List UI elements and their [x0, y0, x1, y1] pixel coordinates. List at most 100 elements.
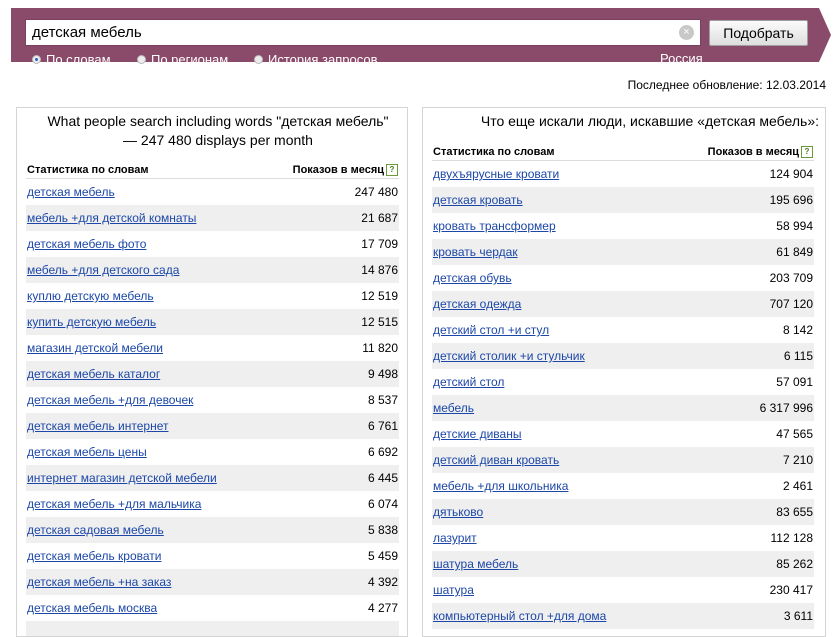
- count-cell: 6 074: [367, 497, 398, 511]
- query-cell: шатура: [432, 577, 669, 603]
- count-cell: 11 820: [362, 341, 398, 355]
- query-link[interactable]: мебель +для детской комнаты: [27, 211, 196, 225]
- query-cell: компьютерный стол +для дома: [432, 603, 669, 629]
- table-row: лазурит 112 128: [432, 525, 814, 551]
- query-link[interactable]: кровать трансформер: [433, 219, 556, 233]
- query-cell: мебель +для детской комнаты: [26, 205, 266, 231]
- query-link[interactable]: детская мебель +для мальчика: [27, 497, 201, 511]
- query-link[interactable]: детский диван кровать: [433, 453, 559, 467]
- search-box: ×: [25, 19, 701, 46]
- query-cell: детская мебель +на заказ: [26, 569, 266, 595]
- table-row: мебель +для детского сада 14 876: [26, 257, 399, 283]
- col-count-label: Показов в месяц: [707, 145, 799, 158]
- count-cell: 6 761: [265, 413, 399, 439]
- query-link[interactable]: детские диваны: [433, 427, 521, 441]
- right-panel: Что еще искали люди, искавшие «детская м…: [422, 107, 826, 637]
- count-cell: 4 277: [367, 601, 398, 615]
- table-row: детская одежда 707 120: [432, 291, 814, 317]
- query-cell: кровать чердак: [432, 239, 669, 265]
- mode-by-regions-radio[interactable]: По регионам: [137, 52, 228, 67]
- table-row: мебель +для детской комнаты 21 687: [26, 205, 399, 231]
- query-link[interactable]: детская одежда: [433, 297, 521, 311]
- table-row: детская мебель +для девочек 8 537: [26, 387, 399, 413]
- query-link[interactable]: детская обувь: [433, 271, 512, 285]
- query-cell: шатура мебель: [432, 551, 669, 577]
- col-count-header: Показов в месяц?: [265, 152, 399, 179]
- mode-history-radio[interactable]: История запросов: [254, 52, 378, 67]
- query-link[interactable]: кровать чердак: [433, 245, 518, 259]
- table-row: детская садовая мебель 5 838: [26, 517, 399, 543]
- query-link[interactable]: детский стол +и стул: [433, 323, 549, 337]
- col-words-header: Статистика по словам: [26, 152, 266, 179]
- query-link[interactable]: детская садовая мебель: [27, 523, 164, 537]
- table-row: детская мебель москва 4 277: [26, 595, 399, 621]
- count-cell: 4 392: [265, 569, 399, 595]
- table-row: шатура мебель 85 262: [432, 551, 814, 577]
- radio-icon: [254, 55, 263, 64]
- query-link[interactable]: мебель +для школьника: [433, 479, 568, 493]
- help-icon[interactable]: ?: [801, 146, 813, 159]
- table-row: детский стол +и стул 8 142: [432, 317, 814, 343]
- table-row: детская мебель фото 17 709: [26, 231, 399, 257]
- search-input[interactable]: [26, 20, 678, 45]
- query-cell: детский диван кровать: [432, 447, 669, 473]
- query-link[interactable]: лазурит: [433, 531, 477, 545]
- count-cell: 6 115: [668, 343, 814, 369]
- query-link[interactable]: детская мебель кровати: [27, 549, 162, 563]
- query-link[interactable]: шатура мебель: [433, 557, 518, 571]
- query-link[interactable]: детская мебель каталог: [27, 367, 160, 381]
- query-cell: кровать трансформер: [432, 213, 669, 239]
- query-link[interactable]: куплю детскую мебель: [27, 289, 154, 303]
- query-link[interactable]: купить детскую мебель: [27, 315, 156, 329]
- count-cell: 707 120: [668, 291, 814, 317]
- query-link[interactable]: детский столик +и стульчик: [433, 349, 585, 363]
- submit-button[interactable]: Подобрать: [709, 20, 808, 46]
- left-stats-table: Статистика по словам Показов в месяц? де…: [26, 152, 399, 636]
- table-row: купить детскую мебель 12 515: [26, 309, 399, 335]
- query-link[interactable]: дятьково: [433, 505, 483, 519]
- count-cell: 5 838: [265, 517, 399, 543]
- col-words-header: Статистика по словам: [432, 138, 669, 161]
- region-link[interactable]: Россия: [660, 51, 703, 66]
- count-cell: 85 262: [668, 551, 814, 577]
- radio-icon: [137, 55, 146, 64]
- query-link[interactable]: детская мебель +для девочек: [27, 393, 193, 407]
- count-cell: 12 519: [361, 289, 398, 303]
- clear-search-icon[interactable]: ×: [679, 25, 694, 40]
- query-link[interactable]: детская мебель: [27, 185, 115, 199]
- query-cell: детская обувь: [432, 265, 669, 291]
- query-link[interactable]: детская мебель интернет: [27, 419, 169, 433]
- query-link[interactable]: детская мебель +на заказ: [27, 575, 171, 589]
- query-link[interactable]: детская кровать: [433, 193, 523, 207]
- table-row: детская мебель интернет 6 761: [26, 413, 399, 439]
- count-cell: 6 445: [265, 465, 399, 491]
- query-cell: куплю детскую мебель: [26, 283, 265, 309]
- count-cell: 57 091: [776, 375, 813, 389]
- radio-label: По регионам: [151, 52, 229, 67]
- query-link[interactable]: детская мебель москва: [27, 601, 157, 615]
- query-link[interactable]: шатура: [433, 583, 474, 597]
- query-cell: детские диваны: [432, 421, 669, 447]
- query-link[interactable]: детская мебель фото: [27, 237, 146, 251]
- query-link[interactable]: магазин детской мебели: [27, 341, 163, 355]
- table-row: дятьково 83 655: [432, 499, 814, 525]
- table-row: двухъярусные кровати 124 904: [432, 161, 814, 188]
- help-icon[interactable]: ?: [386, 164, 398, 177]
- count-cell: 5 459: [367, 549, 398, 563]
- count-cell: 124 904: [769, 167, 813, 181]
- query-cell: мебель +для школьника: [432, 473, 669, 499]
- query-link[interactable]: детский стол: [433, 375, 504, 389]
- right-stats-table: Статистика по словам Показов в месяц? дв…: [432, 138, 814, 629]
- query-link[interactable]: мебель +для детского сада: [27, 263, 179, 277]
- search-bar: × Подобрать По словам По регионам Истори…: [11, 8, 831, 67]
- query-link[interactable]: компьютерный стол +для дома: [433, 609, 606, 623]
- table-row: кровать трансформер 58 994: [432, 213, 814, 239]
- query-link[interactable]: мебель: [433, 401, 474, 415]
- count-cell: 3 611: [668, 603, 814, 629]
- query-link[interactable]: детская мебель цены: [27, 445, 147, 459]
- query-link[interactable]: интернет магазин детской мебели: [27, 471, 217, 485]
- mode-by-words-radio[interactable]: По словам: [32, 52, 111, 67]
- table-row: детская кровать 195 696: [432, 187, 814, 213]
- query-link[interactable]: двухъярусные кровати: [433, 167, 559, 181]
- query-cell: детский столик +и стульчик: [432, 343, 669, 369]
